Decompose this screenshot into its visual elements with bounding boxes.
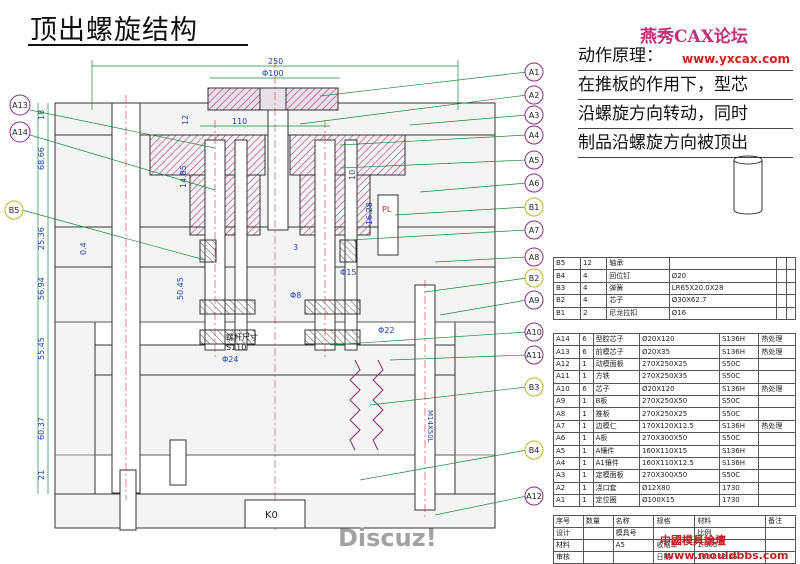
dim-21: 21 <box>37 470 46 480</box>
table-row: A14 6 型腔芯子 Ø20X120 S136H 热处理 <box>552 332 796 347</box>
spiral-size: S110 <box>226 343 246 352</box>
callout-a10: A10 <box>524 322 544 342</box>
dim-5545: 55.45 <box>37 337 46 360</box>
svg-text:B1: B1 <box>529 203 540 212</box>
callout-a2: A2 <box>524 85 544 105</box>
svg-text:A14: A14 <box>12 128 28 137</box>
table-row: B1 2 尼龙拉扣 Ø16 <box>553 306 797 320</box>
spacer-block-right <box>454 321 496 495</box>
callout-a7: A7 <box>524 220 544 240</box>
svg-text:A7: A7 <box>529 226 540 235</box>
sprue-bushing <box>267 109 289 231</box>
dim-110: 110 <box>232 117 247 126</box>
table-row: A7 1 边模仁 170X120X12.5 S136H 热处理 <box>552 419 796 434</box>
dim-5694: 56.94 <box>37 277 46 300</box>
svg-text:A4: A4 <box>529 131 540 140</box>
table-row: A12 1 动模面板 270X250X25 S50C <box>552 357 796 372</box>
callout-b4: B4 <box>524 440 544 460</box>
spiral-label: 螺杆尺寸 <box>226 332 258 342</box>
dim-6037: 60.37 <box>37 417 46 440</box>
k0-label: K0 <box>265 510 278 521</box>
dim-5045: 50.45 <box>176 277 185 300</box>
dim-12: 12 <box>181 115 190 125</box>
table-row: A6 1 A板 270X300X50 S50C <box>552 432 796 446</box>
dim-04: 0.4 <box>79 242 88 255</box>
svg-text:B3: B3 <box>529 383 540 392</box>
watermark-text: 中國模具論壇 <box>660 534 726 547</box>
dim-22: Φ22 <box>378 326 394 335</box>
table-row: B4 4 回位钉 Ø20 <box>553 269 797 283</box>
dim-100: Φ100 <box>262 69 284 78</box>
bom-table-b: B5 12 轴承 B4 4 回位钉 Ø20 B3 4 弹簧 LR65X20.0X28 B2 4 芯子… <box>553 256 797 320</box>
callout-a14: A14 <box>9 121 31 143</box>
svg-text:A12: A12 <box>526 492 542 501</box>
watermark-url: www.mouldbbs.com <box>664 549 789 562</box>
table-row: A8 1 推板 270X250X25 S50C <box>552 407 796 421</box>
dim-15: Φ15 <box>340 268 356 277</box>
dim-184: 18 <box>37 110 46 120</box>
callout-b1: B1 <box>524 197 544 217</box>
callout-a6: A6 <box>524 173 544 193</box>
svg-text:A13: A13 <box>12 101 28 110</box>
dim-2536: 25.36 <box>37 227 46 250</box>
table-row: B5 12 轴承 <box>553 256 797 271</box>
dim-250: 250 <box>268 57 283 66</box>
dim-6866: 68.66 <box>37 147 46 170</box>
table-row: 序号 数量 名称 规格 材料 备注 <box>553 515 796 528</box>
spacer-block-left <box>54 321 96 495</box>
nylon-puller <box>377 194 399 256</box>
callout-b5: B5 <box>4 200 24 220</box>
callout-a11: A11 <box>524 345 544 365</box>
svg-text:B5: B5 <box>9 206 20 215</box>
dim-10: 10 <box>348 170 357 180</box>
svg-text:B2: B2 <box>529 274 540 283</box>
svg-text:A11: A11 <box>526 351 542 360</box>
svg-text:A3: A3 <box>529 111 540 120</box>
svg-text:A10: A10 <box>526 328 542 337</box>
screw-label: M14X50L <box>426 410 434 443</box>
table-row: B2 4 芯子 Ø30X62.7 <box>553 294 797 308</box>
svg-text:A1: A1 <box>529 68 540 77</box>
callout-a3: A3 <box>524 105 544 125</box>
table-row: A3 1 定模面板 270X300X50 S50C <box>552 469 796 483</box>
callout-a4: A4 <box>524 125 544 145</box>
mould-watermark: 中國模具論壇 www.mouldbbs.com <box>660 532 788 562</box>
callout-a9: A9 <box>524 290 544 310</box>
svg-text:A8: A8 <box>529 253 540 262</box>
pl-label: PL <box>382 205 392 214</box>
dim-1628: 16.28 <box>365 202 374 225</box>
dim-3: 3 <box>293 243 298 252</box>
table-row: B3 4 弹簧 LR65X20.0X28 <box>553 281 797 296</box>
callout-a13: A13 <box>9 94 31 116</box>
callout-a5: A5 <box>524 150 544 170</box>
callout-b2: B2 <box>524 268 544 288</box>
table-row: A4 1 A1镶件 160X110X12.5 S136H <box>552 456 796 471</box>
discuz-watermark: Discuz! <box>338 524 437 552</box>
callout-a12: A12 <box>524 486 544 506</box>
product-sketch <box>733 155 763 215</box>
table-row: A2 1 浇口套 Ø12X80 1730 <box>552 481 796 496</box>
dim-24: Φ24 <box>222 355 238 364</box>
locating-ring-hatch <box>207 87 261 111</box>
table-row: A13 6 前模芯子 Ø20X35 S136H 热处理 <box>552 345 796 359</box>
svg-text:A5: A5 <box>529 156 540 165</box>
svg-text:A9: A9 <box>529 296 540 305</box>
dim-1485: 14.85 <box>179 165 188 188</box>
svg-text:A6: A6 <box>529 179 540 188</box>
table-row: A11 1 方铁 270X250X35 S50C <box>552 370 796 384</box>
table-row: A9 1 B板 270X250X50 S50C <box>552 394 796 409</box>
callout-a1: A1 <box>524 62 544 82</box>
bom-table-a: A14 6 型腔芯子 Ø20X120 S136H 热处理 A13 6 前模芯子 Ø20X35 S1… <box>552 332 796 508</box>
table-row: A10 6 芯子 Ø20X120 S136H 热处理 <box>552 382 796 396</box>
callout-b3: B3 <box>524 377 544 397</box>
dim-8: Φ8 <box>290 291 301 300</box>
svg-text:A2: A2 <box>529 91 540 100</box>
table-row: A1 1 定位圈 Ø100X15 1730 <box>552 494 796 508</box>
svg-text:B4: B4 <box>529 446 540 455</box>
callout-a8: A8 <box>524 247 544 267</box>
table-row: A5 1 A镶件 160X110X15 S136H <box>552 444 796 458</box>
